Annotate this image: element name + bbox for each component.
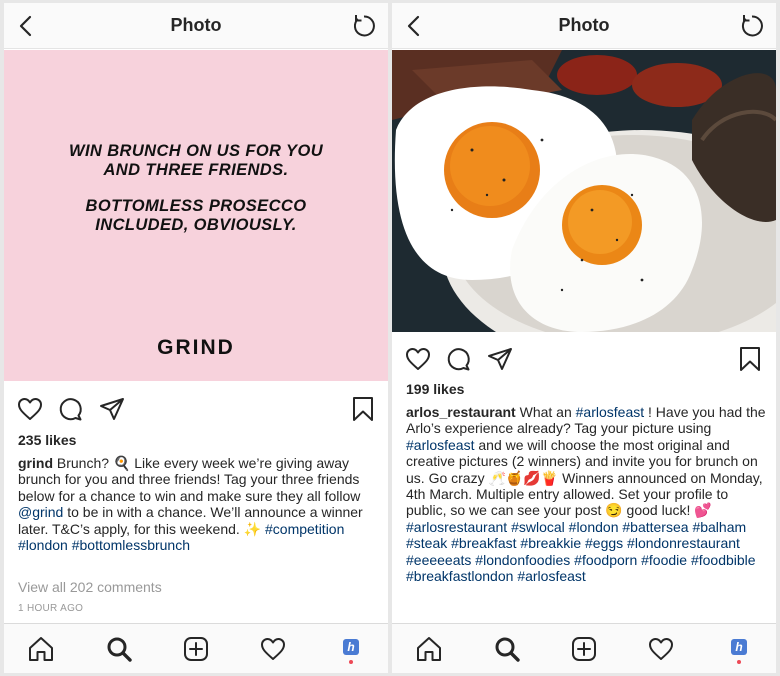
- hashtag-link[interactable]: #swlocal: [511, 519, 565, 535]
- hashtag-link[interactable]: #breakkie: [520, 535, 581, 551]
- left-phone-screen: Photo WIN BRUNCH ON US FOR YOU AND THREE…: [4, 3, 388, 673]
- promo-line: WIN BRUNCH ON US FOR YOU: [68, 142, 324, 160]
- activity-heart-icon[interactable]: [646, 634, 676, 664]
- page-title: Photo: [170, 15, 222, 35]
- share-icon[interactable]: [98, 395, 126, 423]
- emoji: ✨: [243, 520, 262, 537]
- emoji: 🥂🍯💋🍟: [488, 469, 559, 486]
- hashtag-link[interactable]: #foodie: [641, 552, 687, 568]
- post-timestamp: 1 HOUR AGO: [18, 603, 84, 614]
- promo-line: INCLUDED, OBVIOUSLY.: [95, 216, 297, 234]
- top-nav-bar: Photo: [392, 3, 776, 49]
- right-phone-screen: Photo 199 likes arlos_restaurant What an…: [392, 3, 776, 673]
- profile-avatar-icon[interactable]: h: [731, 639, 747, 655]
- new-post-icon[interactable]: [181, 634, 211, 664]
- hashtag-link[interactable]: #arlosfeast: [406, 437, 474, 453]
- caption-text: What an: [515, 404, 576, 420]
- caption-text: good luck!: [622, 502, 695, 519]
- new-post-icon[interactable]: [569, 634, 599, 664]
- promo-line: BOTTOMLESS PROSECCO: [85, 197, 307, 215]
- post-actions: [4, 387, 388, 431]
- comment-icon[interactable]: [444, 345, 472, 373]
- likes-count[interactable]: 199 likes: [406, 381, 464, 397]
- post-caption: arlos_restaurant What an #arlosfeast ! H…: [406, 404, 772, 584]
- hashtag-link[interactable]: #london: [18, 537, 68, 553]
- caption-text: Brunch?: [53, 455, 113, 471]
- promo-line: AND THREE FRIENDS.: [103, 161, 289, 179]
- hashtag-link[interactable]: #battersea: [622, 519, 688, 535]
- mention-link[interactable]: @grind: [18, 504, 63, 520]
- bookmark-icon[interactable]: [349, 395, 377, 423]
- activity-heart-icon[interactable]: [258, 634, 288, 664]
- emoji: 🍳: [112, 455, 131, 471]
- notification-dot: [737, 660, 741, 664]
- hashtag-link[interactable]: #steak: [406, 535, 447, 551]
- caption-username[interactable]: arlos_restaurant: [406, 404, 516, 420]
- view-all-comments-link[interactable]: View all 202 comments: [18, 579, 162, 595]
- home-icon[interactable]: [414, 634, 444, 664]
- hashtag-link[interactable]: #competition: [265, 521, 344, 537]
- brand-logo-text: GRIND: [157, 336, 235, 359]
- hashtag-link[interactable]: #foodporn: [574, 552, 637, 568]
- bottom-tab-bar: h: [4, 623, 388, 673]
- hashtag-link[interactable]: #arlosfeast: [517, 568, 585, 584]
- hashtag-link[interactable]: #breakfastlondon: [406, 568, 513, 584]
- post-actions: [392, 337, 776, 381]
- hashtag-link[interactable]: #arlosrestaurant: [406, 519, 507, 535]
- refresh-icon[interactable]: [738, 12, 766, 40]
- top-nav-bar: Photo: [4, 3, 388, 49]
- hashtag-link[interactable]: #londonfoodies: [475, 552, 570, 568]
- hashtag-link[interactable]: #arlosfeast: [576, 404, 644, 420]
- post-caption: grind Brunch? 🍳 Like every week we’re gi…: [18, 455, 380, 553]
- profile-avatar-icon[interactable]: h: [343, 639, 359, 655]
- likes-count[interactable]: 235 likes: [18, 432, 76, 448]
- search-icon[interactable]: [492, 634, 522, 664]
- heart-icon[interactable]: [404, 345, 432, 373]
- hashtag-link[interactable]: #foodbible: [691, 552, 756, 568]
- hashtag-link[interactable]: #london: [569, 519, 619, 535]
- hashtag-link[interactable]: #londonrestaurant: [627, 535, 740, 551]
- post-image[interactable]: [392, 50, 776, 332]
- post-image[interactable]: WIN BRUNCH ON US FOR YOU AND THREE FRIEN…: [4, 50, 388, 381]
- hashtag-link[interactable]: #breakfast: [451, 535, 516, 551]
- emoji: 💕: [694, 502, 712, 519]
- emoji: 😏: [605, 502, 623, 519]
- caption-username[interactable]: grind: [18, 455, 53, 471]
- hashtag-link[interactable]: #balham: [692, 519, 746, 535]
- hashtag-list: #arlosrestaurant #swlocal #london #batte…: [406, 519, 772, 585]
- bookmark-icon[interactable]: [736, 345, 764, 373]
- search-icon[interactable]: [104, 634, 134, 664]
- hashtag-link[interactable]: #eggs: [585, 535, 623, 551]
- bottom-tab-bar: h: [392, 623, 776, 673]
- hashtag-link[interactable]: #bottomlessbrunch: [72, 537, 190, 553]
- heart-icon[interactable]: [16, 395, 44, 423]
- hashtag-link[interactable]: #eeeeeats: [406, 552, 471, 568]
- share-icon[interactable]: [486, 345, 514, 373]
- home-icon[interactable]: [26, 634, 56, 664]
- notification-dot: [349, 660, 353, 664]
- fried-eggs-photo: [392, 50, 776, 332]
- refresh-icon[interactable]: [350, 12, 378, 40]
- promo-text: WIN BRUNCH ON US FOR YOU AND THREE FRIEN…: [4, 142, 388, 235]
- comment-icon[interactable]: [56, 395, 84, 423]
- page-title: Photo: [558, 15, 610, 35]
